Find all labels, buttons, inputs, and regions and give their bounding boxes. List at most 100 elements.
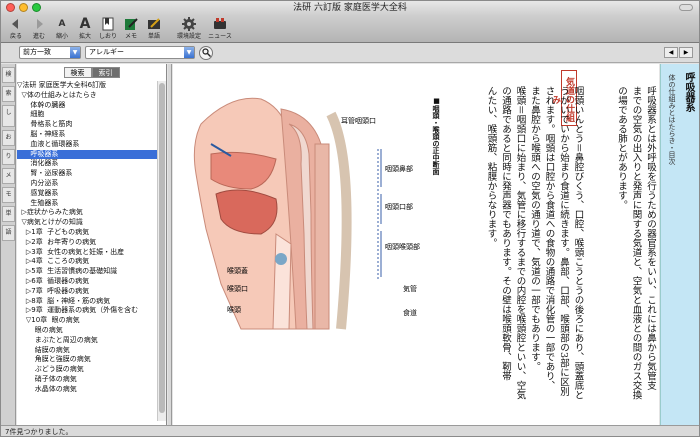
tab-bookmarks-2[interactable]: お — [2, 130, 15, 146]
search-query-select[interactable]: アレルギー ▼ — [85, 46, 195, 59]
section-title: 呼吸器系 — [683, 72, 694, 112]
tree-item[interactable]: ▷症状からみた病気 — [17, 208, 157, 218]
text-column: の通路であると同時に発声器でもあります。その壁は喉頭軟骨、靭帯 — [500, 86, 511, 381]
tree-item[interactable]: まぶたと周辺の病気 — [17, 336, 157, 346]
tree-item[interactable]: 内分泌系 — [17, 179, 157, 189]
toolbar-toggle-button[interactable] — [679, 4, 693, 11]
tree-item[interactable]: ▽病気とけがの知識 — [17, 218, 157, 228]
tree-item[interactable]: 消化器系 — [17, 159, 157, 169]
text-larger-icon: A — [79, 16, 91, 32]
toolbar-vocabulary-button[interactable]: 単語 — [143, 15, 165, 41]
tree-item[interactable]: ▷8章 脳・神経・筋の病気 — [17, 297, 157, 307]
tab-vocabulary-2[interactable]: 語 — [2, 225, 15, 241]
tab-memo-2-label: モ — [5, 191, 12, 198]
window-title: 法研 六訂版 家庭医学大全科 — [293, 3, 407, 13]
tree-item[interactable]: ▷3章 女性の病気と妊娠・出産 — [17, 248, 157, 258]
tree-scrollbar[interactable] — [157, 81, 166, 421]
section-toc-link[interactable]: 体の仕組みとはたらき・目次 — [667, 74, 677, 165]
text-column: 喉頭＝咽頭口に始まり、気管に移行するまでの内腔を喉頭腔といい、空気 — [514, 86, 526, 400]
zoom-window-button[interactable] — [32, 3, 41, 12]
tree-item[interactable]: 眼の病気 — [17, 326, 157, 336]
tree-item[interactable]: 生殖器系 — [17, 199, 157, 209]
back-arrow-icon — [9, 15, 23, 33]
article-pane: 耳管咽頭口 咽頭鼻部 咽頭口部 咽頭喉頭部 喉頭蓋 喉頭口 喉頭 気管 食道 ■… — [173, 64, 659, 425]
toolbar-preferences-button[interactable]: 環境設定 — [174, 15, 204, 41]
page-prev-button[interactable]: ◀ — [664, 47, 678, 58]
page-next-button[interactable]: ▶ — [679, 47, 693, 58]
toolbar-memo-button[interactable]: メモ — [120, 15, 142, 41]
tree-item[interactable]: 骨格系と筋肉 — [17, 120, 157, 130]
toolbar-larger-button[interactable]: A 拡大 — [74, 15, 96, 41]
tree-item[interactable]: 血液と循環器系 — [17, 140, 157, 150]
tree-item[interactable]: 硝子体の病気 — [17, 375, 157, 385]
tree-item[interactable]: 感覚器系 — [17, 189, 157, 199]
toolbar-smaller-label: 縮小 — [55, 33, 68, 40]
tab-index[interactable]: 索 — [2, 86, 15, 102]
text-column: 呼吸器系とは外呼吸を行うための器官系をいい、これには鼻から気管支 — [645, 86, 656, 390]
tab-memo-2[interactable]: モ — [2, 187, 15, 203]
tab-bookmarks-3[interactable]: り — [2, 149, 15, 165]
panel-splitter[interactable] — [168, 64, 172, 425]
tab-bookmarks-label: し — [5, 109, 12, 116]
tab-memo[interactable]: メ — [2, 168, 15, 184]
search-icon — [201, 48, 211, 57]
toolbar-news-button[interactable]: ニュース — [205, 15, 235, 41]
tree-item[interactable]: ▷7章 呼吸器の病気 — [17, 287, 157, 297]
text-column: また鼻腔から喉頭への空気の通り道で、気道の一部でもあります。 — [529, 86, 540, 371]
label-nasopharynx: 咽頭鼻部 — [385, 165, 413, 173]
text-column: までの空気の出入りと発声に関する気道と、空気と血液との間のガス交換 — [630, 86, 642, 400]
tab-bookmarks[interactable]: し — [2, 105, 15, 127]
toolbar-forward-button[interactable]: 進む — [28, 15, 50, 41]
tab-search-label: 検 — [5, 71, 12, 78]
chevron-down-icon: ▼ — [70, 47, 80, 58]
toolbar-vocabulary-label: 単語 — [147, 33, 160, 40]
tree-item[interactable]: 結膜の病気 — [17, 346, 157, 356]
tab-index-label: 索 — [5, 90, 12, 97]
text-column: うがいでいから始まり食道に続きます。鼻部、口部、喉頭部の3部に区別 — [558, 86, 569, 397]
status-text: 7件見つかりました。 — [5, 428, 73, 436]
tree-item[interactable]: ▽10章 眼の病気 — [17, 316, 157, 326]
tree-item[interactable]: ▽体の仕組みとはたらき — [17, 91, 157, 101]
tree-item[interactable]: 脳・神経系 — [17, 130, 157, 140]
tab-index-list[interactable]: 索引 — [91, 67, 120, 78]
tab-search[interactable]: 検 — [2, 67, 15, 83]
search-query-value: アレルギー — [89, 48, 124, 56]
tree-item[interactable]: ▷1章 子どもの病気 — [17, 228, 157, 238]
chevron-down-icon: ▼ — [184, 47, 194, 58]
text-smaller-icon: A — [58, 19, 66, 29]
toolbar-smaller-button[interactable]: A 縮小 — [51, 15, 73, 41]
tree-item[interactable]: ▷9章 運動器系の病気（外傷を含む — [17, 306, 157, 316]
tab-search-results[interactable]: 検索 — [63, 67, 92, 78]
toolbar-bookmark-button[interactable]: しおり — [97, 15, 119, 41]
tree-item[interactable]: 角膜と強膜の病気 — [17, 355, 157, 365]
toolbar-preferences-label: 環境設定 — [176, 33, 201, 40]
label-trachea: 気管 — [403, 285, 417, 293]
tree-item[interactable]: ぶどう膜の病気 — [17, 365, 157, 375]
tree-item[interactable]: ▷4章 こころの病気 — [17, 257, 157, 267]
bookmark-icon — [102, 15, 114, 33]
tab-vocabulary[interactable]: 単 — [2, 206, 15, 222]
status-bar: 7件見つかりました。 — [1, 425, 699, 436]
close-window-button[interactable] — [6, 3, 15, 12]
text-column: んたい、喉頭筋、粘膜からなります。 — [485, 86, 497, 248]
tree-item[interactable]: ▷2章 お年寄りの病気 — [17, 238, 157, 248]
tab-bookmarks-2-label: お — [5, 134, 12, 141]
tree-item[interactable]: ▷5章 生活習慣病の基礎知識 — [17, 267, 157, 277]
toolbar-back-button[interactable]: 戻る — [5, 15, 27, 41]
search-button[interactable] — [199, 45, 213, 60]
tree-item[interactable]: 呼吸器系 — [17, 149, 157, 160]
tree-item[interactable]: ▷6章 循環器の病気 — [17, 277, 157, 287]
search-mode-select[interactable]: 前方一致 ▼ — [19, 46, 81, 59]
scroll-thumb[interactable] — [159, 83, 165, 413]
title-bar: 法研 六訂版 家庭医学大全科 — [1, 1, 699, 15]
section-strip: 呼吸器系 体の仕組みとはたらき・目次 — [660, 64, 699, 425]
minimize-window-button[interactable] — [19, 3, 28, 12]
text-column: 咽頭いんとう＝鼻腔びくう、口腔、喉頭こうとうの後ろにあり、頭蓋底と — [572, 86, 584, 400]
tree-item[interactable]: 腎・泌尿器系 — [17, 169, 157, 179]
contents-tree-panel: 検索 索引 ▽法研 家庭医学大全科6訂版 ▽体の仕組みとはたらき 体幹の臓器 細… — [17, 64, 167, 425]
tree-item[interactable]: ▽法研 家庭医学大全科6訂版 — [17, 81, 157, 91]
tree-item[interactable]: 細胞 — [17, 110, 157, 120]
tree-item[interactable]: 水晶体の病気 — [17, 385, 157, 395]
tree-item[interactable]: 体幹の臓器 — [17, 101, 157, 111]
app-window: 法研 六訂版 家庭医学大全科 戻る 進む A 縮小 A 拡大 しおり メモ 単語… — [0, 0, 700, 437]
